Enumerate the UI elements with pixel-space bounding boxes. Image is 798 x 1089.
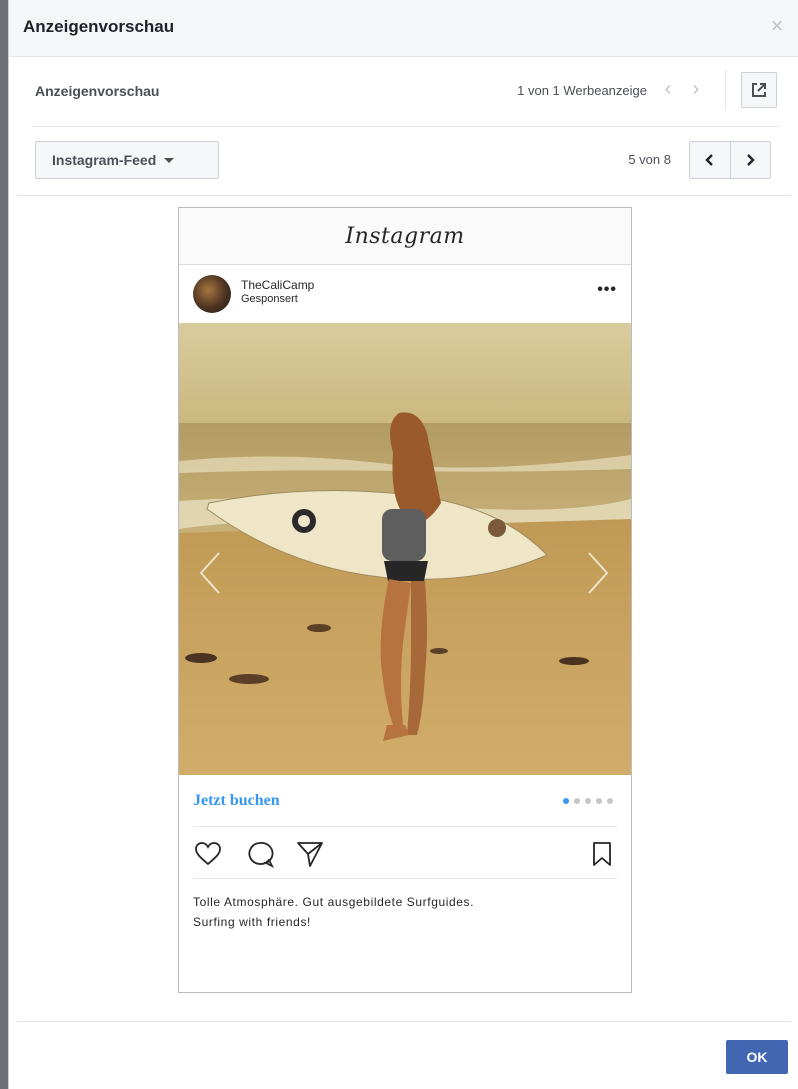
instagram-header: Instagram	[179, 208, 631, 265]
preview-header-row: Anzeigenvorschau 1 von 1 Werbeanzeige ‹ …	[33, 66, 779, 116]
placement-count: 5 von 8	[628, 152, 671, 167]
placement-dropdown[interactable]: Instagram-Feed	[35, 141, 219, 179]
dialog-header: Anzeigenvorschau ×	[9, 0, 798, 57]
instagram-logo: Instagram	[345, 223, 465, 249]
post-header: TheCaliCamp Gesponsert •••	[179, 265, 631, 323]
ad-count-label: 1 von 1 Werbeanzeige	[517, 83, 647, 98]
more-options-icon[interactable]: •••	[597, 281, 617, 299]
close-icon[interactable]: ×	[765, 14, 789, 38]
placement-row: Instagram-Feed 5 von 8	[33, 139, 779, 183]
post-actions	[193, 827, 617, 879]
instagram-preview-frame: Instagram TheCaliCamp Gesponsert ••• Jet…	[178, 207, 632, 993]
carousel-dot-2[interactable]	[574, 798, 580, 804]
carousel-dot-1[interactable]	[563, 798, 569, 804]
open-external-button[interactable]	[741, 72, 777, 108]
post-caption: Tolle Atmosphäre. Gut ausgebildete Surfg…	[193, 892, 613, 932]
page-backdrop	[0, 0, 8, 1089]
caption-line: Surfing with friends!	[193, 915, 311, 929]
carousel-dot-3[interactable]	[585, 798, 591, 804]
next-placement-button[interactable]	[729, 142, 770, 178]
previous-placement-button[interactable]	[690, 142, 730, 178]
section-title: Anzeigenvorschau	[35, 83, 160, 99]
divider	[725, 70, 726, 110]
share-icon[interactable]	[295, 839, 325, 869]
dialog-title: Anzeigenvorschau	[23, 17, 175, 36]
carousel-dot-5[interactable]	[607, 798, 613, 804]
avatar[interactable]	[193, 275, 231, 313]
divider	[17, 195, 791, 196]
caret-down-icon	[164, 157, 175, 163]
cta-bar: Jetzt buchen	[193, 775, 617, 827]
account-name[interactable]: TheCaliCamp	[241, 278, 314, 292]
sponsored-label: Gesponsert	[241, 293, 298, 305]
bookmark-icon[interactable]	[587, 839, 617, 869]
divider	[17, 1021, 791, 1022]
book-now-link[interactable]: Jetzt buchen	[193, 792, 280, 810]
heart-icon[interactable]	[193, 839, 223, 869]
ad-preview-dialog: Anzeigenvorschau × Anzeigenvorschau 1 vo…	[8, 0, 798, 1089]
divider	[33, 126, 779, 127]
carousel-dots	[563, 798, 613, 804]
chevron-right-icon	[747, 154, 756, 166]
carousel-dot-4[interactable]	[596, 798, 602, 804]
chevron-left-icon	[705, 154, 713, 166]
comment-icon[interactable]	[245, 839, 275, 869]
surfer-beach-photo	[179, 323, 631, 775]
post-image	[179, 323, 631, 775]
placement-selected-label: Instagram-Feed	[52, 152, 157, 168]
external-link-icon	[752, 83, 766, 97]
caption-line: Tolle Atmosphäre. Gut ausgebildete Surfg…	[193, 895, 475, 909]
previous-ad-icon[interactable]: ‹	[657, 78, 679, 102]
placement-nav	[689, 141, 771, 179]
ok-button[interactable]: OK	[726, 1040, 788, 1074]
next-ad-icon[interactable]: ›	[685, 78, 707, 102]
